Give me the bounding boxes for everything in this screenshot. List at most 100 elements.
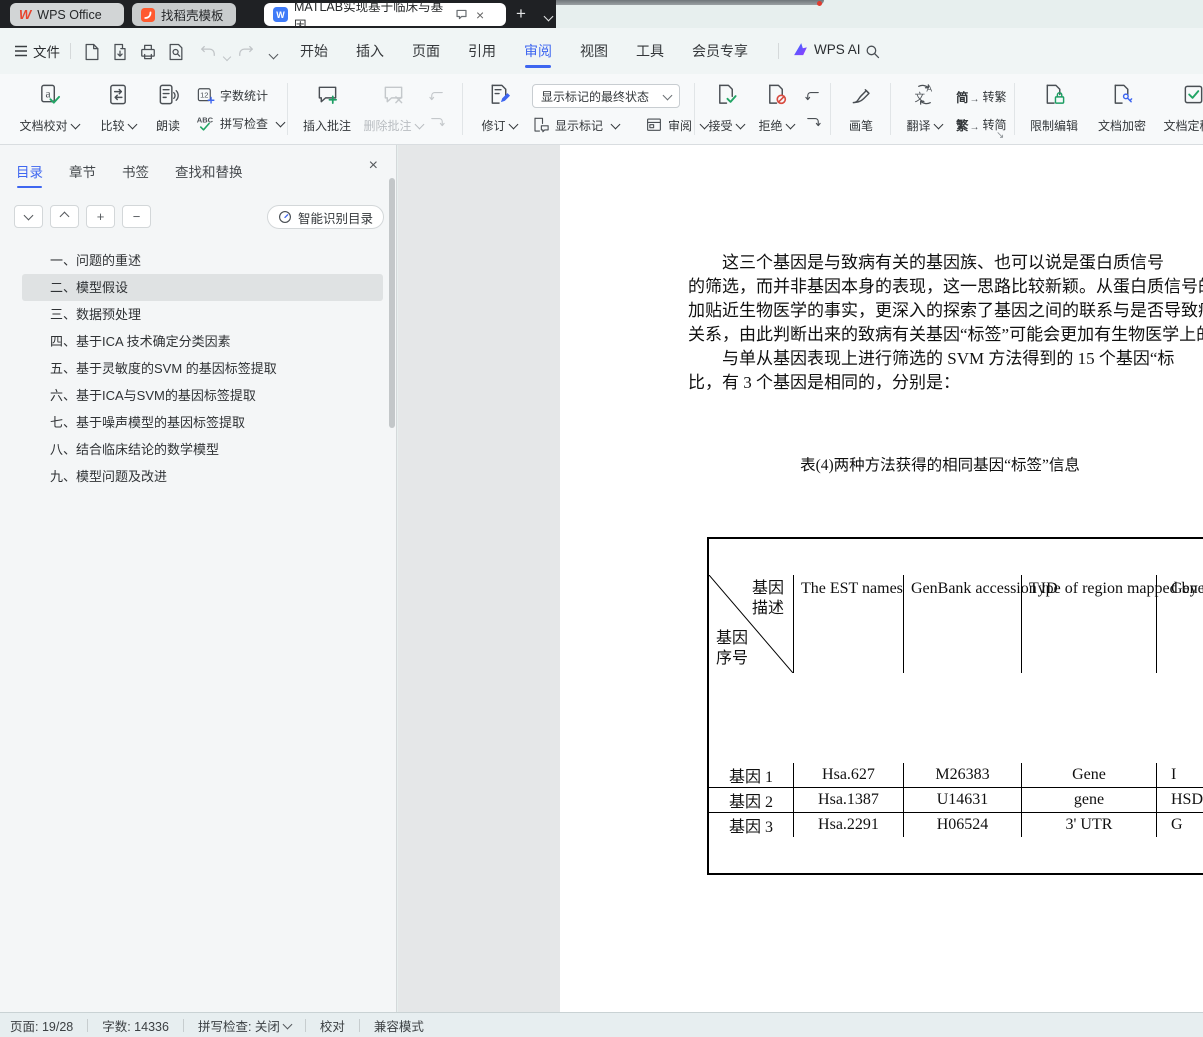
finalize-document-button[interactable]: 文档定稿 [1158, 81, 1203, 138]
word-count-button[interactable]: 12 字数统计 [196, 86, 268, 105]
toc-item[interactable]: 二、模型假设 [22, 274, 383, 301]
menu-bar: 文件 开始 插入 页面 引用 审阅 视图 工具 会员专享 WPS AI [0, 28, 1203, 74]
print-icon[interactable] [138, 42, 158, 62]
show-markup-icon [534, 117, 549, 133]
gene-table: 基因 描述 基因 序号 The EST names GenBank accessio… [707, 537, 1203, 875]
markup-state-dropdown[interactable]: 显示标记的最终状态 [532, 84, 680, 108]
sidebar-scrollbar-thumb[interactable] [389, 178, 395, 428]
track-changes-button[interactable]: 修订 [474, 81, 524, 138]
divider [890, 83, 891, 135]
file-menu-button[interactable]: 文件 [14, 41, 60, 61]
sidebar-tab[interactable]: 目录 [16, 161, 43, 188]
menu-tab[interactable]: 审阅 [524, 41, 552, 68]
tab-wps-office[interactable]: W WPS Office [10, 3, 124, 26]
menu-tab[interactable]: 视图 [580, 41, 608, 61]
divider [1014, 83, 1015, 135]
tab-close-icon[interactable]: × [476, 8, 484, 22]
pen-button[interactable]: 画笔 [838, 81, 884, 138]
doc-proofing-button[interactable]: a 文档校对 [12, 81, 86, 138]
group-expander-icon[interactable]: ↘ [996, 130, 1004, 141]
table-cell: H06524 [903, 813, 1021, 837]
translate-icon: 文A [914, 84, 932, 105]
divider [287, 83, 288, 135]
menu-tab[interactable]: 插入 [356, 41, 384, 61]
review-pane-button[interactable]: 审阅 [645, 116, 710, 134]
prev-revision-icon[interactable] [804, 88, 822, 106]
divider [830, 83, 831, 135]
table-body: 基因 1 Hsa.627 M26383 Gene I 基因 2 Hsa.1387… [709, 709, 1203, 837]
toc-item[interactable]: 四、基于ICA 技术确定分类因素 [22, 328, 383, 355]
compat-mode-badge: 兼容模式 [373, 1019, 424, 1034]
sidebar-tab[interactable]: 章节 [69, 161, 96, 181]
menu-tab[interactable]: 会员专享 [692, 41, 748, 61]
prev-comment-icon [429, 91, 443, 101]
search-icon[interactable] [864, 43, 881, 60]
tab-docer-templates[interactable]: 找稻壳模板 [132, 3, 236, 26]
svg-text:W: W [276, 10, 285, 20]
convert-arrow-icon: → [969, 94, 980, 105]
save-icon[interactable] [82, 42, 102, 62]
reject-revision-button[interactable]: 拒绝 [752, 81, 800, 138]
next-revision-icon[interactable] [804, 114, 822, 132]
next-comment-icon [431, 117, 445, 127]
sidebar-tab[interactable]: 查找和替换 [175, 161, 243, 181]
tab-document-active[interactable]: W MATLAB实现基于临床与基因 × [264, 0, 506, 33]
proofread-button[interactable]: 校对 [320, 1016, 345, 1035]
accept-revision-button[interactable]: 接受 [702, 81, 750, 138]
export-pdf-icon[interactable] [110, 42, 130, 62]
zoom-out-outline-button[interactable]: − [122, 205, 151, 228]
restrict-editing-button[interactable]: 限制编辑 [1022, 81, 1086, 138]
show-markup-button[interactable]: 显示标记 [532, 116, 621, 134]
hamburger-icon [15, 45, 27, 57]
docer-icon [141, 7, 155, 22]
collapse-all-button[interactable] [14, 205, 43, 228]
table-corner-cell: 基因 描述 基因 序号 [709, 575, 793, 673]
compare-button[interactable]: 比较 [92, 81, 144, 138]
paragraph: 这三个基因是与致病有关的基因族、也可以说是蛋白质信号 的筛选，而并非基因本身的表现… [688, 205, 1203, 395]
table-caption: 表(4)两种方法获得的相同基因“标签”信息 [800, 457, 1080, 474]
tab-comment-icon[interactable] [455, 8, 468, 21]
spellcheck-status[interactable]: 拼写检查: 关闭 [198, 1016, 293, 1035]
table-cell: I [1156, 763, 1203, 787]
toolbar-collapse-chevron-icon[interactable] [266, 47, 279, 65]
toc-item[interactable]: 三、数据预处理 [22, 301, 383, 328]
translate-button[interactable]: 文A 翻译 [898, 81, 950, 138]
insert-comment-button[interactable]: 插入批注 [296, 81, 358, 138]
encrypt-document-button[interactable]: 文档加密 [1090, 81, 1154, 138]
menu-tab[interactable]: 工具 [636, 41, 664, 61]
table-cell: Hsa.627 [793, 763, 903, 787]
read-aloud-button[interactable]: 朗读 [148, 81, 188, 138]
accept-icon [718, 84, 737, 104]
text-line: 的筛选，而并非基因本身的表现，这一思路比较新颖。从蛋白质信号的角 [688, 277, 1203, 296]
print-preview-icon[interactable] [166, 42, 186, 62]
new-tab-button[interactable]: + [516, 4, 526, 24]
svg-text:12: 12 [200, 90, 208, 99]
smart-toc-button[interactable]: 智能识别目录 [266, 205, 384, 229]
toc-item[interactable]: 六、基于ICA与SVM的基因标签提取 [22, 382, 383, 409]
spell-check-button[interactable]: ABC 拼写检查 [196, 114, 286, 133]
sidebar-close-icon[interactable]: × [369, 157, 378, 175]
compare-icon [109, 84, 126, 105]
menu-tab[interactable]: 引用 [468, 41, 496, 61]
toc-item[interactable]: 一、问题的重述 [22, 247, 383, 274]
wps-ai-button[interactable]: WPS AI [792, 41, 861, 58]
zoom-in-outline-button[interactable]: + [86, 205, 115, 228]
toc-item[interactable]: 七、基于噪声模型的基因标签提取 [22, 409, 383, 436]
menu-tab[interactable]: 开始 [300, 41, 328, 61]
expand-all-button[interactable] [50, 205, 79, 228]
toc-item[interactable]: 九、模型问题及改进 [22, 463, 383, 490]
tab-list-chevron-icon[interactable] [541, 7, 554, 27]
document-page[interactable]: 这三个基因是与致病有关的基因族、也可以说是蛋白质信号 的筛选，而并非基因本身的表现… [560, 145, 1203, 1012]
document-text: 这三个基因是与致病有关的基因族、也可以说是蛋白质信号 的筛选，而并非基因本身的表现… [688, 145, 1203, 1012]
sidebar-tab[interactable]: 书签 [122, 161, 149, 181]
simp-char-icon: 简 [956, 91, 969, 105]
table-row: 基因 1 Hsa.627 M26383 Gene I [709, 763, 1203, 787]
simplified-to-traditional-button[interactable]: 简 → 转繁 [956, 87, 1007, 106]
menu-tab[interactable]: 页面 [412, 41, 440, 61]
word-count-status[interactable]: 字数: 14336 [102, 1016, 169, 1035]
convert-arrow-icon: → [969, 122, 980, 133]
toc-item[interactable]: 八、结合临床结论的数学模型 [22, 436, 383, 463]
table-cell: 基因 1 [728, 769, 773, 786]
table-cell: HSD [1156, 788, 1203, 812]
toc-item[interactable]: 五、基于灵敏度的SVM 的基因标签提取 [22, 355, 383, 382]
